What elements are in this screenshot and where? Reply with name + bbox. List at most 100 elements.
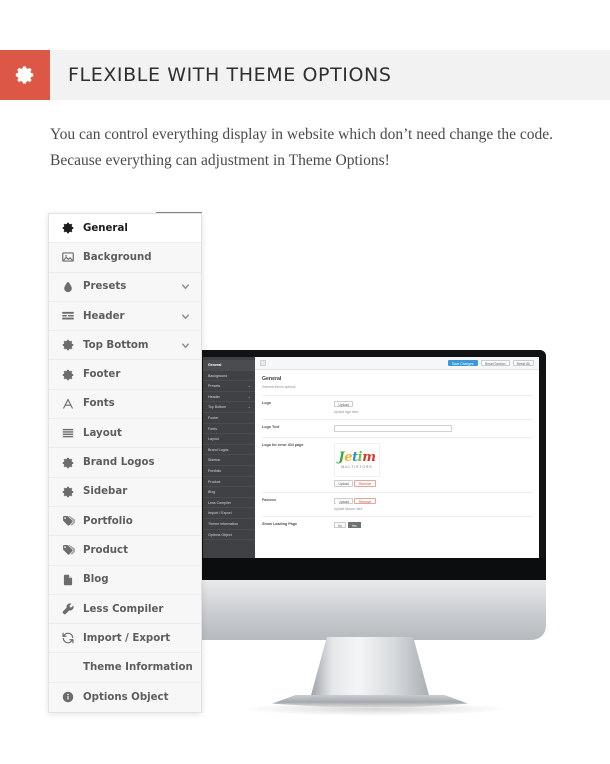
panel-title: General	[262, 376, 282, 382]
menu-item-fonts[interactable]: Fonts	[49, 389, 201, 420]
info-icon	[61, 690, 83, 704]
toggle-no[interactable]: No	[334, 521, 347, 529]
section-header-band: FLEXIBLE WITH THEME OPTIONS	[0, 50, 610, 100]
field-hint: Upload favicon here.	[334, 506, 364, 511]
toolbar-buttons: Save Changes Reset Section Reset All	[447, 359, 534, 367]
menu-item-import-export[interactable]: Import / Export	[49, 624, 201, 654]
menu-item-presets[interactable]: Presets	[49, 272, 201, 302]
field-control	[334, 424, 532, 433]
field-label: Favicon	[262, 497, 276, 502]
menu-item-header[interactable]: Header	[49, 301, 201, 332]
admin-sidebar-label: Blog	[208, 490, 216, 495]
admin-sidebar-item[interactable]: General	[203, 360, 255, 371]
logo-text-input[interactable]	[334, 424, 452, 433]
menu-item-top-bottom[interactable]: Top Bottom	[49, 331, 201, 361]
menu-item-label: Brand Logos	[83, 457, 155, 469]
upload-button[interactable]: Upload	[334, 400, 354, 408]
theme-options-menu[interactable]: General Background Presets Header Top Bo…	[48, 213, 202, 714]
field-control: Jetim MULTISTORE Upload Remove	[334, 443, 532, 487]
admin-sidebar-label: Layout	[208, 437, 219, 442]
menu-item-options-object[interactable]: Options Object	[49, 682, 201, 713]
menu-item-sidebar[interactable]: Sidebar	[49, 477, 201, 507]
admin-sidebar-item[interactable]: Brand Logos	[203, 445, 255, 456]
menu-item-theme-information[interactable]: Theme Information	[49, 653, 201, 683]
menu-item-background[interactable]: Background	[49, 243, 201, 273]
field-row-favicon: Favicon Upload Remove Upload favicon her…	[262, 491, 532, 516]
admin-sidebar[interactable]: General Background Presets ⌄ Header ⌄ To	[203, 357, 255, 558]
chevron-down-icon[interactable]	[179, 340, 191, 351]
field-row-loading-page: Show Loading Page No Yes	[262, 515, 532, 533]
gear-icon	[14, 64, 36, 86]
loading-page-toggle[interactable]: No Yes	[334, 521, 532, 529]
menu-item-label: General	[83, 222, 128, 234]
toggle-yes[interactable]: Yes	[347, 521, 361, 529]
admin-sidebar-item[interactable]: Background	[203, 371, 255, 382]
menu-item-label: Top Bottom	[83, 339, 149, 351]
panel-subtitle: General theme options	[262, 384, 296, 389]
menu-item-label: Layout	[83, 427, 122, 439]
menu-item-blog[interactable]: Blog	[49, 565, 201, 595]
menu-item-portfolio[interactable]: Portfolio	[49, 506, 201, 537]
admin-sidebar-item[interactable]: Layout	[203, 434, 255, 445]
reset-section-button[interactable]: Reset Section	[480, 359, 510, 367]
remove-button[interactable]: Remove	[354, 480, 376, 487]
menu-item-label: Options Object	[83, 691, 169, 703]
admin-sidebar-item[interactable]: Sidebar	[203, 455, 255, 466]
monitor-shadow	[240, 702, 510, 716]
admin-sidebar-item[interactable]: Header ⌄	[203, 392, 255, 403]
field-label: Logo for error 404 page	[262, 443, 304, 448]
menu-item-brand-logos[interactable]: Brand Logos	[49, 448, 201, 478]
wrench-icon	[61, 602, 83, 616]
menu-item-label: Less Compiler	[83, 603, 164, 615]
admin-sidebar-item[interactable]: Import / Export	[203, 508, 255, 519]
menu-item-label: Fonts	[83, 398, 115, 410]
menu-item-general[interactable]: General	[49, 214, 201, 244]
reset-all-button[interactable]: Reset All	[512, 359, 534, 367]
menu-item-label: Portfolio	[83, 515, 133, 527]
menu-item-product[interactable]: Product	[49, 536, 201, 566]
gear-icon	[61, 456, 83, 470]
admin-sidebar-label: Portfolio	[208, 468, 222, 473]
admin-sidebar-item[interactable]: Options Object	[203, 530, 255, 541]
monitor-screen: General Background Presets ⌄ Header ⌄ To	[203, 357, 539, 558]
admin-main-panel: Save Changes Reset Section Reset All Gen…	[255, 357, 539, 558]
field-label: Show Loading Page	[262, 521, 298, 526]
field-row-logo-text: Logo Text	[262, 418, 532, 438]
menu-item-label: Background	[83, 251, 152, 263]
field-row-logo-404: Logo for error 404 page Jetim MULTISTORE…	[262, 437, 532, 492]
theme-options-admin-ui: General Background Presets ⌄ Header ⌄ To	[203, 357, 539, 558]
admin-sidebar-item[interactable]: Portfolio	[203, 466, 255, 477]
field-control: No Yes	[334, 521, 532, 529]
menu-item-layout[interactable]: Layout	[49, 419, 201, 449]
admin-sidebar-item[interactable]: Presets ⌄	[203, 381, 255, 392]
admin-sidebar-item[interactable]: Less Compiler	[203, 498, 255, 509]
admin-sidebar-item[interactable]: Top Bottom ⌄	[203, 402, 255, 413]
brand-logo-preview: Jetim MULTISTORE	[334, 443, 380, 478]
admin-sidebar-label: Header	[208, 394, 220, 399]
remove-button[interactable]: Remove	[354, 497, 376, 505]
intro-paragraph: You can control everything display in we…	[50, 122, 595, 174]
menu-item-footer[interactable]: Footer	[49, 360, 201, 390]
gear-icon	[61, 221, 83, 235]
admin-sidebar-item[interactable]: Blog	[203, 487, 255, 498]
intro-line-1: You can control everything display in we…	[50, 126, 554, 143]
admin-sidebar-label: Background	[208, 373, 228, 378]
field-control: Upload Upload logo here.	[334, 400, 532, 414]
field-hint: Upload logo here.	[334, 409, 360, 414]
admin-sidebar-item[interactable]: Product	[203, 477, 255, 488]
save-changes-button[interactable]: Save Changes	[447, 359, 478, 367]
chevron-down-icon[interactable]	[179, 281, 191, 292]
admin-sidebar-item[interactable]: Footer	[203, 413, 255, 424]
admin-sidebar-label: Less Compiler	[208, 500, 231, 505]
menu-item-less-compiler[interactable]: Less Compiler	[49, 594, 201, 625]
upload-button[interactable]: Upload	[334, 480, 354, 487]
chevron-down-icon[interactable]	[179, 311, 191, 322]
admin-sidebar-label: General	[208, 363, 222, 367]
expand-icon[interactable]	[260, 360, 266, 366]
admin-sidebar-item[interactable]: Fonts	[203, 424, 255, 435]
chevron-down-icon: ⌄	[247, 393, 251, 399]
admin-sidebar-item[interactable]: Theme Information	[203, 519, 255, 530]
menu-item-label: Theme Information	[83, 662, 193, 674]
admin-sidebar-label: Footer	[208, 415, 219, 420]
menu-item-label: Blog	[83, 574, 109, 586]
